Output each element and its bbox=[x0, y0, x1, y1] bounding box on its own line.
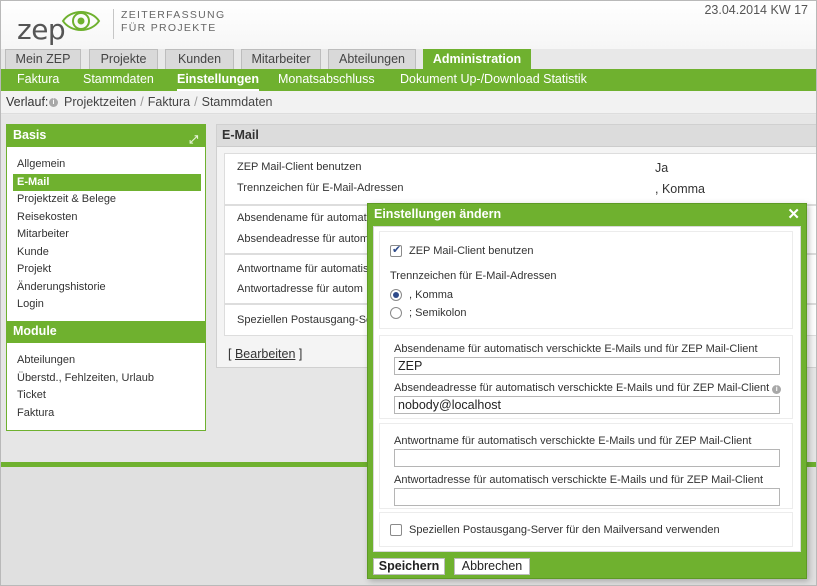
logo-slogan: ZEITERFASSUNG FÜR PROJEKTE bbox=[113, 9, 225, 39]
sender-address-label: Absendeadresse für automatisch verschick… bbox=[394, 382, 770, 394]
info-icon[interactable]: i bbox=[49, 98, 58, 107]
save-button[interactable]: Speichern bbox=[373, 558, 445, 575]
dialog-group-postout: Speziellen Postausgang-Server für den Ma… bbox=[379, 512, 793, 547]
sidebar-item-mitarbeiter[interactable]: Mitarbeiter bbox=[17, 226, 205, 244]
sidebar-item-ticket[interactable]: Ticket bbox=[17, 387, 205, 405]
reply-address-label: Antwortadresse für autom bbox=[237, 283, 363, 295]
separator-label: Trennzeichen für E-Mail-Adressen bbox=[390, 270, 557, 282]
sidebar-section-basis: Basis ⤢ bbox=[7, 125, 205, 147]
edit-bracket-open: [ bbox=[228, 347, 232, 361]
settings-dialog: Einstellungen ändern ✕ ZEP Mail-Client b… bbox=[367, 203, 807, 579]
sidebar-item-reisekosten[interactable]: Reisekosten bbox=[17, 209, 205, 227]
reply-address-label: Antwortadresse für automatisch verschick… bbox=[394, 474, 764, 486]
subnav-dokument-statistik[interactable]: Dokument Up-/Download Statistik bbox=[400, 69, 587, 91]
subnav-monatsabschluss[interactable]: Monatsabschluss bbox=[278, 69, 375, 91]
sender-address-label: Absendeadresse für autom bbox=[237, 233, 370, 245]
logo-eye-icon bbox=[61, 11, 101, 31]
separator-radio-comma[interactable] bbox=[390, 289, 402, 301]
sidebar-section-title: Module bbox=[13, 324, 57, 338]
tab-abteilungen[interactable]: Abteilungen bbox=[328, 49, 416, 69]
date-week-label: 23.04.2014 KW 17 bbox=[704, 3, 808, 17]
dialog-group-mailclient: ZEP Mail-Client benutzen Trennzeichen fü… bbox=[379, 231, 793, 329]
slogan-line-1: ZEITERFASSUNG bbox=[121, 9, 226, 21]
collapse-icon[interactable]: ⤢ bbox=[189, 130, 198, 151]
mailclient-checkbox-label[interactable]: ZEP Mail-Client benutzen bbox=[409, 245, 534, 257]
breadcrumb-item[interactable]: Faktura bbox=[148, 95, 190, 109]
dialog-group-reply: Antwortname für automatisch verschickte … bbox=[379, 423, 793, 509]
mailclient-checkbox[interactable] bbox=[390, 243, 402, 257]
postout-checkbox-label[interactable]: Speziellen Postausgang-Server für den Ma… bbox=[409, 524, 720, 536]
slogan-line-2: FÜR PROJEKTE bbox=[121, 22, 217, 34]
mailclient-label: ZEP Mail-Client benutzen bbox=[237, 161, 362, 173]
breadcrumb-items: Projektzeiten / Faktura / Stammdaten bbox=[64, 91, 273, 114]
breadcrumb-separator: / bbox=[140, 95, 144, 109]
dialog-title: Einstellungen ändern bbox=[374, 207, 502, 221]
tab-projekte[interactable]: Projekte bbox=[89, 49, 158, 69]
panel-title: E-Mail bbox=[217, 125, 816, 147]
reply-name-label: Antwortname für automatisch verschickte … bbox=[394, 435, 752, 447]
logo-text: zep bbox=[17, 13, 66, 46]
info-icon[interactable]: i bbox=[772, 385, 782, 394]
mailclient-value: Ja bbox=[655, 161, 669, 175]
edit-link[interactable]: Bearbeiten bbox=[235, 347, 295, 361]
sidebar-item-allgemein[interactable]: Allgemein bbox=[17, 156, 205, 174]
settings-group: ZEP Mail-Client benutzen Ja Trennzeichen… bbox=[224, 153, 816, 205]
subnav-einstellungen[interactable]: Einstellungen bbox=[177, 69, 259, 91]
tab-mein-zep[interactable]: Mein ZEP bbox=[5, 49, 81, 69]
breadcrumb-item[interactable]: Stammdaten bbox=[202, 95, 273, 109]
postout-label: Speziellen Postausgang-Se bbox=[237, 314, 373, 326]
main-tabs: Mein ZEP Projekte Kunden Mitarbeiter Abt… bbox=[1, 49, 816, 69]
breadcrumb-label: Verlauf: bbox=[6, 95, 49, 109]
sidebar-item-projektzeit-belege[interactable]: Projektzeit & Belege bbox=[17, 191, 205, 209]
app-window: zep ZEITERFASSUNG FÜR PROJEKTE 23.04.201… bbox=[0, 0, 817, 586]
edit-link-wrapper: [ Bearbeiten ] bbox=[228, 347, 302, 361]
sender-address-label-row: Absendeadresse für automatisch verschick… bbox=[394, 382, 782, 394]
sidebar-item-kunde[interactable]: Kunde bbox=[17, 244, 205, 262]
subnav-stammdaten[interactable]: Stammdaten bbox=[83, 69, 154, 91]
sidebar-section-title: Basis bbox=[13, 128, 47, 142]
subnav-faktura[interactable]: Faktura bbox=[17, 69, 59, 91]
reply-address-input[interactable] bbox=[394, 488, 780, 506]
cancel-button[interactable]: Abbrechen bbox=[454, 558, 530, 575]
breadcrumb: Verlauf: i Projektzeiten / Faktura / Stammda… bbox=[1, 91, 816, 114]
tab-mitarbeiter[interactable]: Mitarbeiter bbox=[241, 49, 321, 69]
separator-radio-semicolon-label[interactable]: ; Semikolon bbox=[409, 307, 466, 319]
reply-name-label: Antwortname für automatis bbox=[237, 263, 369, 275]
breadcrumb-separator: / bbox=[194, 95, 198, 109]
sidebar-item-email[interactable]: E-Mail bbox=[13, 173, 201, 191]
sender-name-label: Absendename für automati bbox=[237, 212, 370, 224]
sidebar-item-abteilungen[interactable]: Abteilungen bbox=[17, 352, 205, 370]
separator-value: , Komma bbox=[655, 182, 706, 196]
sidebar-item-faktura[interactable]: Faktura bbox=[17, 405, 205, 423]
postout-checkbox[interactable] bbox=[390, 524, 402, 536]
edit-bracket-close: ] bbox=[298, 347, 303, 361]
sidebar-item-projekt[interactable]: Projekt bbox=[17, 261, 205, 279]
sidebar-basis-list: Allgemein E-Mail Projektzeit & Belege Re… bbox=[7, 147, 205, 321]
dialog-group-sender: Absendename für automatisch verschickte … bbox=[379, 335, 793, 419]
separator-label: Trennzeichen für E-Mail-Adressen bbox=[237, 182, 404, 194]
breadcrumb-item[interactable]: Projektzeiten bbox=[64, 95, 136, 109]
dialog-body: ZEP Mail-Client benutzen Trennzeichen fü… bbox=[373, 226, 801, 552]
tab-administration[interactable]: Administration bbox=[423, 49, 531, 69]
zep-logo[interactable]: zep bbox=[17, 7, 107, 47]
sender-name-label: Absendename für automatisch verschickte … bbox=[394, 343, 758, 355]
sub-navigation: Faktura Stammdaten Einstellungen Monatsa… bbox=[1, 69, 816, 91]
sidebar-item-aenderungshistorie[interactable]: Änderungshistorie bbox=[17, 279, 205, 297]
sidebar-section-module: Module bbox=[7, 321, 205, 343]
tab-kunden[interactable]: Kunden bbox=[165, 49, 234, 69]
sender-address-input[interactable] bbox=[394, 396, 780, 414]
sender-name-input[interactable] bbox=[394, 357, 780, 375]
close-icon[interactable]: ✕ bbox=[787, 205, 800, 225]
sidebar-module-list: Abteilungen Überstd., Fehlzeiten, Urlaub… bbox=[7, 343, 205, 428]
sidebar-item-ueberstunden[interactable]: Überstd., Fehlzeiten, Urlaub bbox=[17, 370, 205, 388]
separator-radio-comma-label[interactable]: , Komma bbox=[409, 289, 453, 301]
sidebar: Basis ⤢ Allgemein E-Mail Projektzeit & B… bbox=[6, 124, 206, 431]
reply-name-input[interactable] bbox=[394, 449, 780, 467]
top-bar: zep ZEITERFASSUNG FÜR PROJEKTE 23.04.201… bbox=[1, 1, 816, 49]
sidebar-item-login[interactable]: Login bbox=[17, 296, 205, 314]
separator-radio-semicolon[interactable] bbox=[390, 307, 402, 319]
